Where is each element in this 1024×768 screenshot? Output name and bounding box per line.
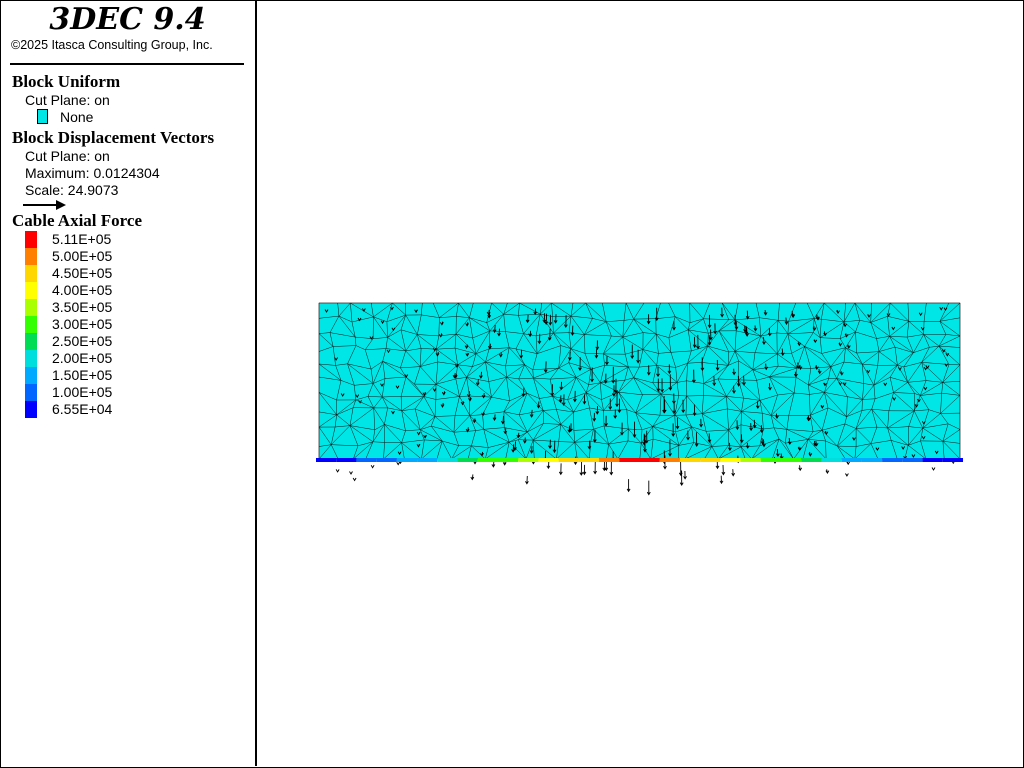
vectors-legend-title: Block Displacement Vectors <box>12 128 215 147</box>
colorbar-swatch <box>25 333 37 350</box>
colorbar-label: 5.00E+05 <box>52 248 113 264</box>
colorbar-label: 2.50E+05 <box>52 333 113 349</box>
vectors-cut-plane-text: Cut Plane: on <box>25 148 110 164</box>
vectors-scale-text: Scale: 24.9073 <box>25 182 119 198</box>
colorbar-swatch <box>25 367 37 384</box>
colorbar-swatch <box>25 316 37 333</box>
app-title: 3DEC 9.4 <box>49 2 206 37</box>
block-color-swatch <box>37 109 48 124</box>
colorbar-swatch <box>25 248 37 265</box>
colorbar-swatch <box>25 401 37 418</box>
colorbar-swatch <box>25 282 37 299</box>
colorbar-swatch <box>25 265 37 282</box>
legend-panel: 3DEC 9.4 ©2025 Itasca Consulting Group, … <box>0 0 257 766</box>
colorbar-label: 6.55E+04 <box>52 401 113 417</box>
arrow-right-icon <box>23 200 66 210</box>
colorbar-label: 4.50E+05 <box>52 265 113 281</box>
legend-divider <box>10 63 244 65</box>
colorbar-label: 4.00E+05 <box>52 282 113 298</box>
block-legend-title: Block Uniform <box>12 72 121 91</box>
colorbar-label: 1.00E+05 <box>52 384 113 400</box>
colorbar-swatch <box>25 384 37 401</box>
cable-legend-title: Cable Axial Force <box>12 211 142 230</box>
colorbar-label: 5.11E+05 <box>52 231 112 247</box>
colorbar-label: 2.00E+05 <box>52 350 113 366</box>
copyright-text: ©2025 Itasca Consulting Group, Inc. <box>11 38 213 52</box>
block-swatch-label: None <box>60 109 94 125</box>
model-viewport[interactable] <box>257 0 1023 766</box>
colorbar-label: 1.50E+05 <box>52 367 113 383</box>
model-scene[interactable] <box>257 0 1023 766</box>
block-cut-plane-text: Cut Plane: on <box>25 92 110 108</box>
colorbar-swatch <box>25 299 37 316</box>
colorbar-swatch <box>25 231 37 248</box>
colorbar-label: 3.00E+05 <box>52 316 113 332</box>
colorbar-swatch <box>25 350 37 367</box>
colorbar-label: 3.50E+05 <box>52 299 113 315</box>
vectors-maximum-text: Maximum: 0.0124304 <box>25 165 160 181</box>
